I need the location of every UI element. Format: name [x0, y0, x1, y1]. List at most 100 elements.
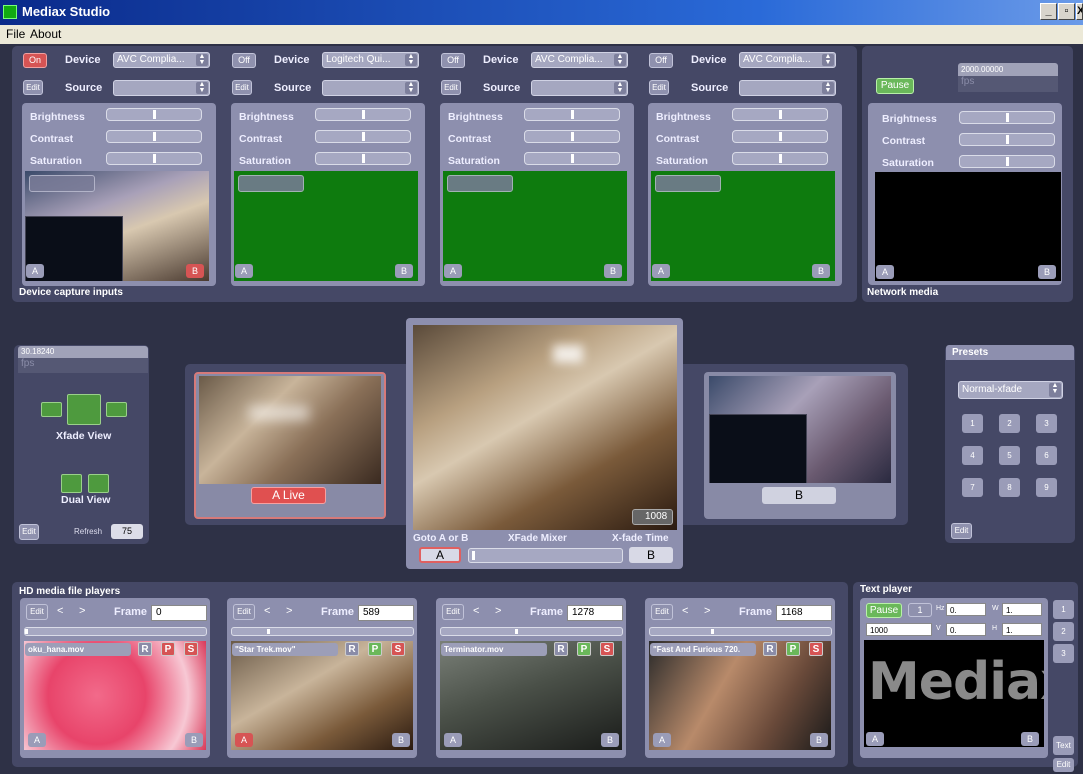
xfade-a-thumb[interactable] [41, 402, 62, 417]
presets-select[interactable]: Normal-xfade ▲ ▼ [958, 381, 1063, 399]
player-2-b-button[interactable]: B [392, 733, 410, 747]
device-4-power-button[interactable]: Off [649, 53, 673, 68]
device-4-source-select[interactable]: ▲ ▼ [739, 80, 836, 96]
player-2-seek-slider[interactable] [231, 627, 414, 636]
preset-button-9[interactable]: 9 [1036, 478, 1057, 497]
player-1-r-button[interactable]: R [138, 642, 152, 656]
player-4-edit-button[interactable]: Edit [651, 604, 673, 620]
player-4-a-button[interactable]: A [653, 733, 671, 747]
device-3-source-select[interactable]: ▲ ▼ [531, 80, 628, 96]
menu-about[interactable]: About [30, 27, 61, 41]
xfade-b-thumb[interactable] [106, 402, 127, 417]
minimize-button[interactable]: _ [1040, 3, 1057, 20]
maximize-button[interactable]: ▫ [1058, 3, 1075, 20]
player-2-next-button[interactable]: > [286, 605, 292, 617]
player-4-s-button[interactable]: S [809, 642, 823, 656]
device-1-device-select[interactable]: AVC Complia... ▲ ▼ [113, 52, 210, 68]
mixer-a-button[interactable]: A [419, 547, 461, 563]
player-3-p-button[interactable]: P [577, 642, 591, 656]
device-4-b-button[interactable]: B [812, 264, 830, 278]
mixer-time-value[interactable]: 1008 [632, 509, 673, 525]
device-2-saturation-slider[interactable] [315, 152, 411, 165]
device-3-device-select[interactable]: AVC Complia... ▲ ▼ [531, 52, 628, 68]
device-1-source-select[interactable]: ▲ ▼ [113, 80, 210, 96]
device-3-edit-button[interactable]: Edit [441, 80, 461, 95]
v-input[interactable]: 0. [946, 623, 986, 636]
player-2-r-button[interactable]: R [345, 642, 359, 656]
preset-button-3[interactable]: 3 [1036, 414, 1057, 433]
preset-button-5[interactable]: 5 [999, 446, 1020, 465]
device-3-b-button[interactable]: B [604, 264, 622, 278]
preset-button-6[interactable]: 6 [1036, 446, 1057, 465]
player-1-edit-button[interactable]: Edit [26, 604, 48, 620]
refresh-input[interactable]: 75 [111, 524, 143, 539]
dual-b-thumb[interactable] [88, 474, 109, 493]
player-4-prev-button[interactable]: < [682, 605, 688, 617]
player-4-seek-slider[interactable] [649, 627, 832, 636]
player-3-s-button[interactable]: S [600, 642, 614, 656]
device-2-brightness-slider[interactable] [315, 108, 411, 121]
w-input[interactable]: 1. [1002, 603, 1042, 616]
preset-button-4[interactable]: 4 [962, 446, 983, 465]
b-button[interactable]: B [762, 487, 836, 504]
device-2-b-button[interactable]: B [395, 264, 413, 278]
player-1-next-button[interactable]: > [79, 605, 85, 617]
player-3-a-button[interactable]: A [444, 733, 462, 747]
device-3-brightness-slider[interactable] [524, 108, 620, 121]
device-4-a-button[interactable]: A [652, 264, 670, 278]
player-1-frame-input[interactable]: 0 [151, 605, 207, 621]
device-4-brightness-slider[interactable] [732, 108, 828, 121]
text-edit-button[interactable]: Edit [1053, 758, 1074, 772]
device-2-source-select[interactable]: ▲ ▼ [322, 80, 419, 96]
presets-edit-button[interactable]: Edit [951, 523, 972, 539]
device-2-power-button[interactable]: Off [232, 53, 256, 68]
player-1-b-button[interactable]: B [185, 733, 203, 747]
device-3-contrast-slider[interactable] [524, 130, 620, 143]
device-3-a-button[interactable]: A [444, 264, 462, 278]
network-pause-button[interactable]: Pause [876, 78, 914, 94]
dual-a-thumb[interactable] [61, 474, 82, 493]
a-live-button[interactable]: A Live [251, 487, 326, 504]
text-b-button[interactable]: B [1021, 732, 1039, 746]
text-pause-button[interactable]: Pause [866, 603, 902, 618]
device-1-edit-button[interactable]: Edit [23, 80, 43, 95]
device-1-saturation-slider[interactable] [106, 152, 202, 165]
device-4-edit-button[interactable]: Edit [649, 80, 669, 95]
player-1-p-button[interactable]: P [161, 642, 175, 656]
player-4-next-button[interactable]: > [704, 605, 710, 617]
preset-button-1[interactable]: 1 [962, 414, 983, 433]
device-1-a-button[interactable]: A [26, 264, 44, 278]
player-2-prev-button[interactable]: < [264, 605, 270, 617]
text-side-button-2[interactable]: 2 [1053, 622, 1074, 641]
text-a-button[interactable]: A [866, 732, 884, 746]
xfade-slider[interactable] [468, 548, 623, 563]
network-b-button[interactable]: B [1038, 265, 1056, 279]
player-4-frame-input[interactable]: 1168 [776, 605, 832, 621]
device-3-power-button[interactable]: Off [441, 53, 465, 68]
device-3-saturation-slider[interactable] [524, 152, 620, 165]
player-3-b-button[interactable]: B [601, 733, 619, 747]
player-3-frame-input[interactable]: 1278 [567, 605, 623, 621]
text-side-button-1[interactable]: 1 [1053, 600, 1074, 619]
device-2-contrast-slider[interactable] [315, 130, 411, 143]
network-contrast-slider[interactable] [959, 133, 1055, 146]
player-4-p-button[interactable]: P [786, 642, 800, 656]
device-4-contrast-slider[interactable] [732, 130, 828, 143]
mixer-b-button[interactable]: B [629, 547, 673, 563]
network-a-button[interactable]: A [876, 265, 894, 279]
menu-file[interactable]: File [6, 27, 25, 41]
device-1-b-button[interactable]: B [186, 264, 204, 278]
network-saturation-slider[interactable] [959, 155, 1055, 168]
player-4-r-button[interactable]: R [763, 642, 777, 656]
preset-button-7[interactable]: 7 [962, 478, 983, 497]
player-3-seek-slider[interactable] [440, 627, 623, 636]
h-input[interactable]: 1. [1002, 623, 1042, 636]
device-1-contrast-slider[interactable] [106, 130, 202, 143]
player-2-edit-button[interactable]: Edit [233, 604, 255, 620]
player-2-a-button[interactable]: A [235, 733, 253, 747]
text-side-button-3[interactable]: 3 [1053, 644, 1074, 663]
player-4-b-button[interactable]: B [810, 733, 828, 747]
player-3-edit-button[interactable]: Edit [442, 604, 464, 620]
player-2-frame-input[interactable]: 589 [358, 605, 414, 621]
text-tool-button[interactable]: Text [1053, 736, 1074, 755]
